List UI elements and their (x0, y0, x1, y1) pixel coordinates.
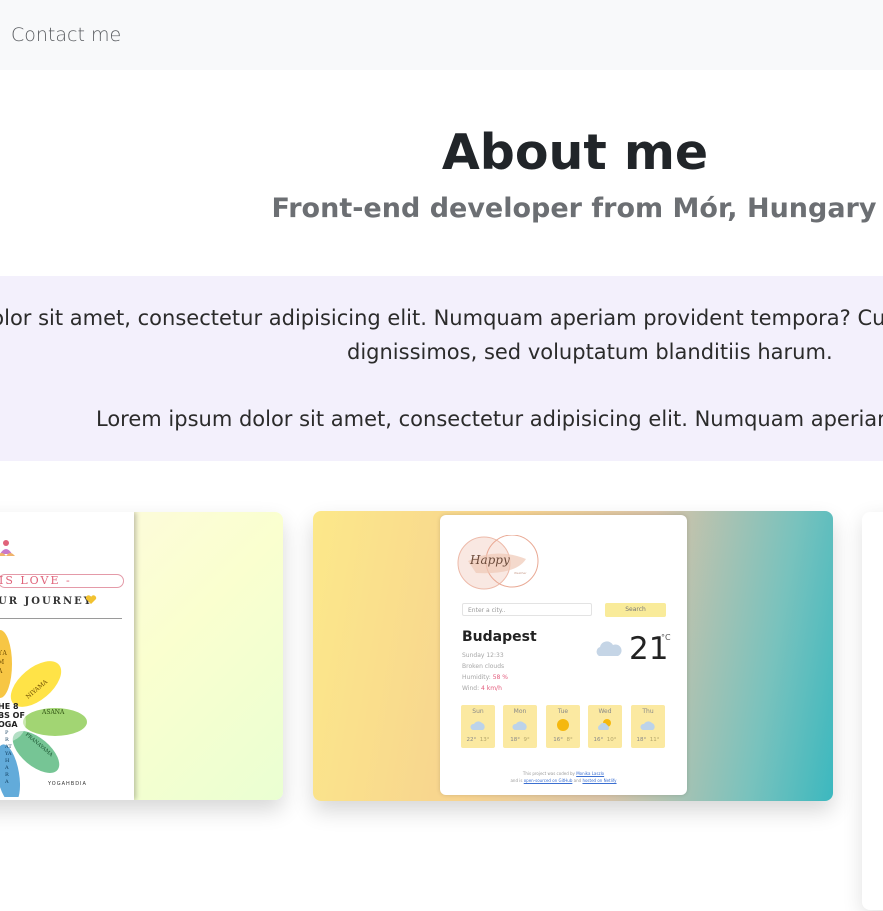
sun-icon (557, 719, 569, 731)
petal-label-asana: ASANA (42, 709, 65, 716)
navbar: Contact me (0, 0, 883, 70)
poster-center-text-2: BS OF (0, 711, 25, 720)
contact-link[interactable]: Contact me (11, 24, 121, 46)
project-card-weather[interactable]: Happy Weather Enter a city.. Search Buda… (313, 511, 833, 801)
forecast-day: Mon 18° 9° (503, 705, 537, 748)
project-card-yoga[interactable]: IS LOVE - UR JOURNEY YAMA NIYAMA ASANA P… (0, 512, 283, 800)
petal-label-pratyahara: PRATYAHARA (5, 730, 12, 785)
poster-love-text: IS LOVE - (0, 574, 124, 588)
page-title: About me (441, 124, 709, 181)
city-name: Budapest (462, 629, 537, 645)
forecast-temps: 18° 9° (510, 737, 530, 743)
yoga-poster-image: IS LOVE - UR JOURNEY YAMA NIYAMA ASANA P… (0, 512, 134, 800)
search-button: Search (605, 603, 666, 617)
poster-divider (0, 618, 122, 619)
heart-icon (85, 595, 97, 604)
forecast-day: Tue 16° 8° (546, 705, 580, 748)
about-paragraph-1-line-2: dignissimos, sed voluptatum blanditiis h… (347, 340, 833, 364)
forecast-day-name: Mon (513, 708, 527, 715)
temperature-unit: °C (661, 633, 671, 642)
logo-text: Happy (470, 553, 510, 567)
forecast-day: Wed 16° 10° (588, 705, 622, 748)
forecast-day-name: Wed (598, 708, 612, 715)
cloud-icon (512, 721, 527, 730)
poster-journey-text: UR JOURNEY (0, 596, 93, 607)
forecast-temps: 22° 13° (466, 737, 490, 743)
poster-center-text-3: OGA (0, 720, 18, 729)
forecast-day-name: Sun (472, 708, 484, 715)
page-subtitle: Front-end developer from Mór, Hungary (271, 193, 877, 224)
poster-brand: YOGAHBDIA (48, 781, 87, 787)
sun-cloud-icon (598, 719, 611, 730)
poster-center-text-1: HE 8 (0, 702, 19, 711)
cloud-icon (470, 721, 485, 730)
lotus-icon (0, 540, 15, 556)
yoga-lotus-diagram (0, 630, 87, 797)
petal-label-yama: YAMA (0, 650, 8, 675)
forecast-day: Thu 18° 11° (631, 705, 665, 748)
logo-subtext: Weather (514, 571, 527, 575)
weather-datetime: Sunday 12:33 (462, 652, 504, 659)
weather-humidity: Humidity: 58 % (462, 674, 508, 681)
weather-app-screenshot: Happy Weather Enter a city.. Search Buda… (440, 515, 687, 795)
forecast-temps: 16° 10° (593, 737, 617, 743)
cloud-icon (640, 721, 655, 730)
weather-wind: Wind: 4 km/h (462, 685, 502, 692)
forecast-day-name: Tue (557, 708, 569, 715)
project-card-partial[interactable] (862, 512, 883, 910)
city-search-input: Enter a city.. (462, 603, 592, 616)
about-section: Lorem ipsum dolor sit amet, consectetur … (0, 276, 883, 461)
cloud-icon (596, 641, 622, 656)
about-paragraph-2-line-1: Lorem ipsum dolor sit amet, consectetur … (96, 407, 883, 431)
forecast-temps: 16° 8° (553, 737, 573, 743)
weather-footer-line-2: and is open-sourced on GitHub and hosted… (510, 778, 617, 783)
weather-footer-line-1: This project was coded by Monika Laszlo (522, 771, 605, 776)
weather-description: Broken clouds (462, 663, 505, 670)
forecast-day: Sun 22° 13° (461, 705, 495, 748)
forecast-day-name: Thu (642, 708, 654, 715)
about-paragraph-1-line-1: Lorem ipsum dolor sit amet, consectetur … (0, 306, 883, 330)
forecast-temps: 18° 11° (636, 737, 660, 743)
